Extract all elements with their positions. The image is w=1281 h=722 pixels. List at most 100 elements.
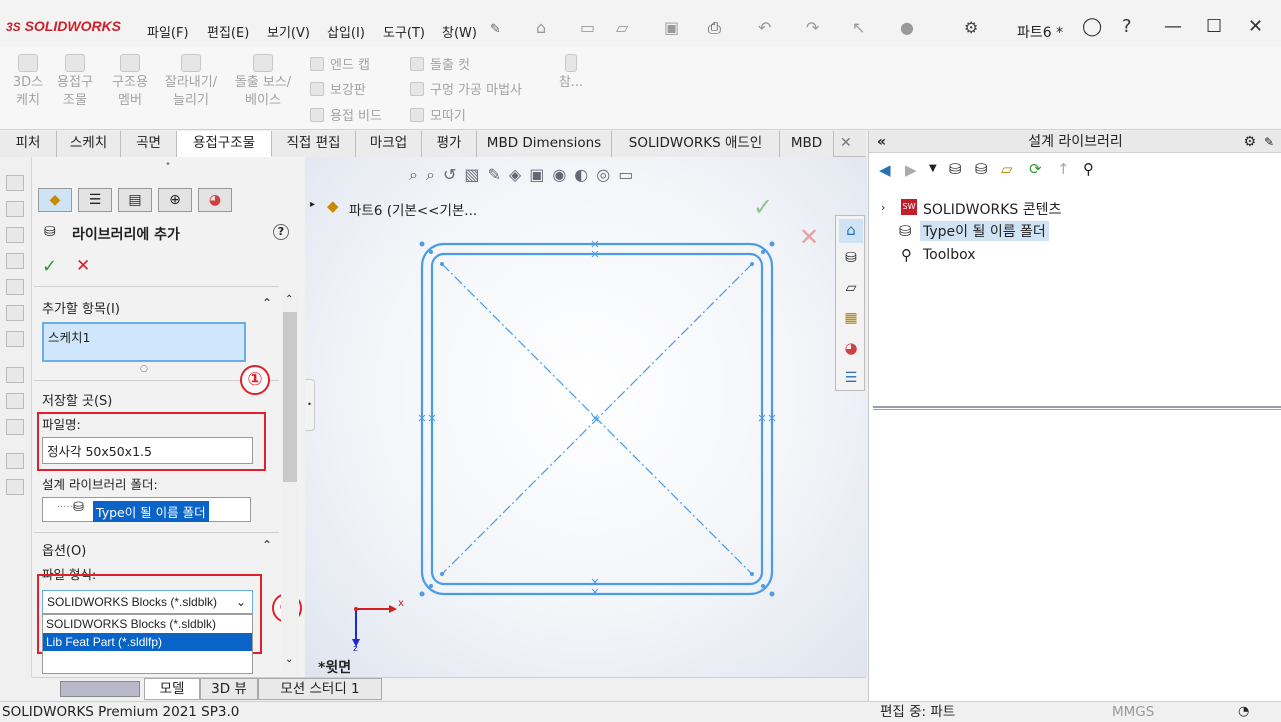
3d-sketch-button[interactable]: 3D스 케치	[8, 54, 48, 110]
end-cap-button[interactable]: 엔드 캡	[310, 54, 370, 73]
close-button[interactable]: ✕	[1248, 16, 1263, 37]
folder-value[interactable]: Type이 될 이름 폴더	[93, 501, 209, 522]
pane-splitter[interactable]	[873, 406, 1281, 410]
tab-direct-editing[interactable]: 직접 편집	[272, 131, 356, 157]
structural-member-button[interactable]: 구조용 멤버	[106, 54, 154, 110]
new-document-icon[interactable]: ▭	[580, 18, 595, 37]
gusset-button[interactable]: 보강판	[310, 79, 366, 98]
maximize-button[interactable]: ☐	[1206, 16, 1222, 37]
extruded-cut-button[interactable]: 돌출 컷	[410, 54, 470, 73]
save-icon[interactable]: ▣	[664, 18, 679, 37]
feature-icon[interactable]	[6, 419, 24, 435]
design-library-icon[interactable]: ⛁	[839, 247, 863, 271]
dimxpert-tab[interactable]: ⊕	[158, 188, 192, 212]
feature-icon[interactable]	[6, 479, 24, 495]
tree-item-solidworks-content[interactable]: SOLIDWORKS 콘텐츠	[923, 199, 1061, 219]
feature-icon[interactable]	[6, 201, 24, 217]
select-icon[interactable]: ↖	[852, 18, 865, 37]
pin-icon[interactable]: ✎	[490, 22, 501, 37]
gear-icon[interactable]: ⚙	[1243, 131, 1256, 153]
collapse-panel-icon[interactable]: «	[877, 131, 886, 153]
help-icon[interactable]: ?	[1122, 16, 1132, 37]
help-icon[interactable]: ?	[273, 224, 289, 240]
property-manager-tab[interactable]: ☰	[78, 188, 112, 212]
filetype-option-libfeat[interactable]: Lib Feat Part (*.sldlfp)	[43, 633, 252, 651]
filename-input[interactable]	[42, 437, 253, 464]
expand-arrow-icon[interactable]: ›	[881, 201, 885, 214]
configuration-manager-tab[interactable]: ▤	[118, 188, 152, 212]
feature-icon[interactable]	[6, 279, 24, 295]
home-icon[interactable]: ⌂	[536, 18, 546, 37]
help-balloon-icon[interactable]: ◔	[1238, 702, 1249, 722]
weld-bead-button[interactable]: 용접 비드	[310, 105, 382, 124]
view-palette-icon[interactable]: ▦	[839, 307, 863, 331]
save-section-header[interactable]: 저장할 곳(S)	[42, 390, 112, 409]
feature-manager-tab[interactable]: ◆	[38, 188, 72, 212]
account-icon[interactable]: ◯	[1082, 16, 1102, 37]
resize-handle[interactable]: ○	[140, 364, 148, 374]
tab-markup[interactable]: 마크업	[356, 131, 422, 157]
options-section-header[interactable]: 옵션(O)	[42, 540, 86, 559]
cancel-x-icon[interactable]: ✕	[76, 256, 90, 276]
feature-icon[interactable]	[6, 367, 24, 383]
tab-3d-view[interactable]: 3D 뷰	[200, 678, 258, 700]
redo-icon[interactable]: ↷	[806, 18, 819, 37]
panel-splitter[interactable]: •	[305, 379, 315, 431]
home-icon[interactable]: ⌂	[839, 219, 863, 243]
tab-evaluate[interactable]: 평가	[422, 131, 477, 157]
collapse-icon[interactable]: ⌃	[262, 538, 272, 552]
display-manager-tab[interactable]: ◕	[198, 188, 232, 212]
feature-icon[interactable]	[6, 393, 24, 409]
add-to-library-icon[interactable]: ⛁	[949, 160, 962, 178]
create-folder-icon[interactable]: ▱	[1001, 160, 1013, 178]
feature-icon[interactable]	[6, 175, 24, 191]
tab-weldments[interactable]: 용접구조물	[177, 131, 272, 157]
tab-sketch[interactable]: 스케치	[57, 131, 121, 157]
undo-icon[interactable]: ↶	[758, 18, 771, 37]
scroll-up-icon[interactable]: ⌃	[285, 294, 293, 305]
filetype-option-blocks[interactable]: SOLIDWORKS Blocks (*.sldblk)	[46, 617, 216, 631]
tab-surfaces[interactable]: 곡면	[121, 131, 177, 157]
menu-view[interactable]: 보기(V)	[267, 22, 310, 41]
refresh-icon[interactable]: ⟳	[1029, 160, 1042, 178]
tab-mbd-dimensions[interactable]: MBD Dimensions	[477, 131, 612, 157]
folder-field[interactable]: ······· ⛁ Type이 될 이름 폴더	[42, 497, 251, 522]
list-item[interactable]: 스케치1	[48, 330, 90, 345]
options-gear-icon[interactable]: ⚙	[964, 18, 978, 37]
status-units[interactable]: MMGS	[1112, 702, 1154, 722]
tab-solidworks-addins[interactable]: SOLIDWORKS 애드인	[612, 131, 780, 157]
appearances-icon[interactable]: ◕	[839, 337, 863, 361]
toolbox-icon[interactable]: ⚲	[1083, 160, 1094, 178]
scroll-down-icon[interactable]: ⌄	[285, 654, 293, 665]
weldment-button[interactable]: 용접구 조물	[52, 54, 98, 110]
reference-geometry-button[interactable]: 참...	[556, 54, 586, 92]
splitter-handle[interactable]: •	[32, 159, 304, 173]
graphics-area[interactable]: ▸ ◆ 파트6 (기본<<기본... ✓ ✕ ⌕⌕↺▧✎◈▣◉◐◎▭ x z *…	[305, 157, 867, 677]
add-file-location-icon[interactable]: ⛁	[975, 160, 988, 178]
menu-window[interactable]: 창(W)	[442, 22, 477, 41]
items-selection-box[interactable]: 스케치1	[42, 322, 246, 362]
menu-edit[interactable]: 편집(E)	[207, 22, 249, 41]
feature-icon[interactable]	[6, 331, 24, 347]
custom-properties-icon[interactable]: ☰	[839, 367, 863, 391]
forward-icon[interactable]: ▶	[905, 161, 917, 179]
close-tab-icon[interactable]: ✕	[840, 135, 852, 151]
menu-tools[interactable]: 도구(T)	[383, 22, 425, 41]
minimize-button[interactable]: —	[1164, 16, 1182, 37]
feature-icon[interactable]	[6, 253, 24, 269]
solidworks-logo[interactable]: 3S SOLIDWORKS	[6, 18, 121, 34]
filetype-dropdown[interactable]: SOLIDWORKS Blocks (*.sldblk) ⌄	[42, 590, 253, 614]
sketch-canvas[interactable]	[305, 157, 867, 677]
collapse-icon[interactable]: ⌃	[262, 296, 272, 310]
feature-icon[interactable]	[6, 305, 24, 321]
tab-model[interactable]: 모델	[144, 678, 200, 700]
up-arrow-icon[interactable]: ↑	[1057, 160, 1070, 178]
extruded-boss-button[interactable]: 돌출 보스/ 베이스	[228, 54, 298, 110]
chamfer-button[interactable]: 모따기	[410, 105, 466, 124]
tab-features[interactable]: 피처	[0, 131, 57, 157]
pm-scrollbar[interactable]: ⌃ ⌄	[281, 290, 299, 676]
rebuild-icon[interactable]: ●	[900, 18, 914, 37]
open-icon[interactable]: ▱	[616, 18, 628, 37]
feature-icon[interactable]	[6, 227, 24, 243]
print-icon[interactable]: ⎙	[708, 18, 721, 38]
